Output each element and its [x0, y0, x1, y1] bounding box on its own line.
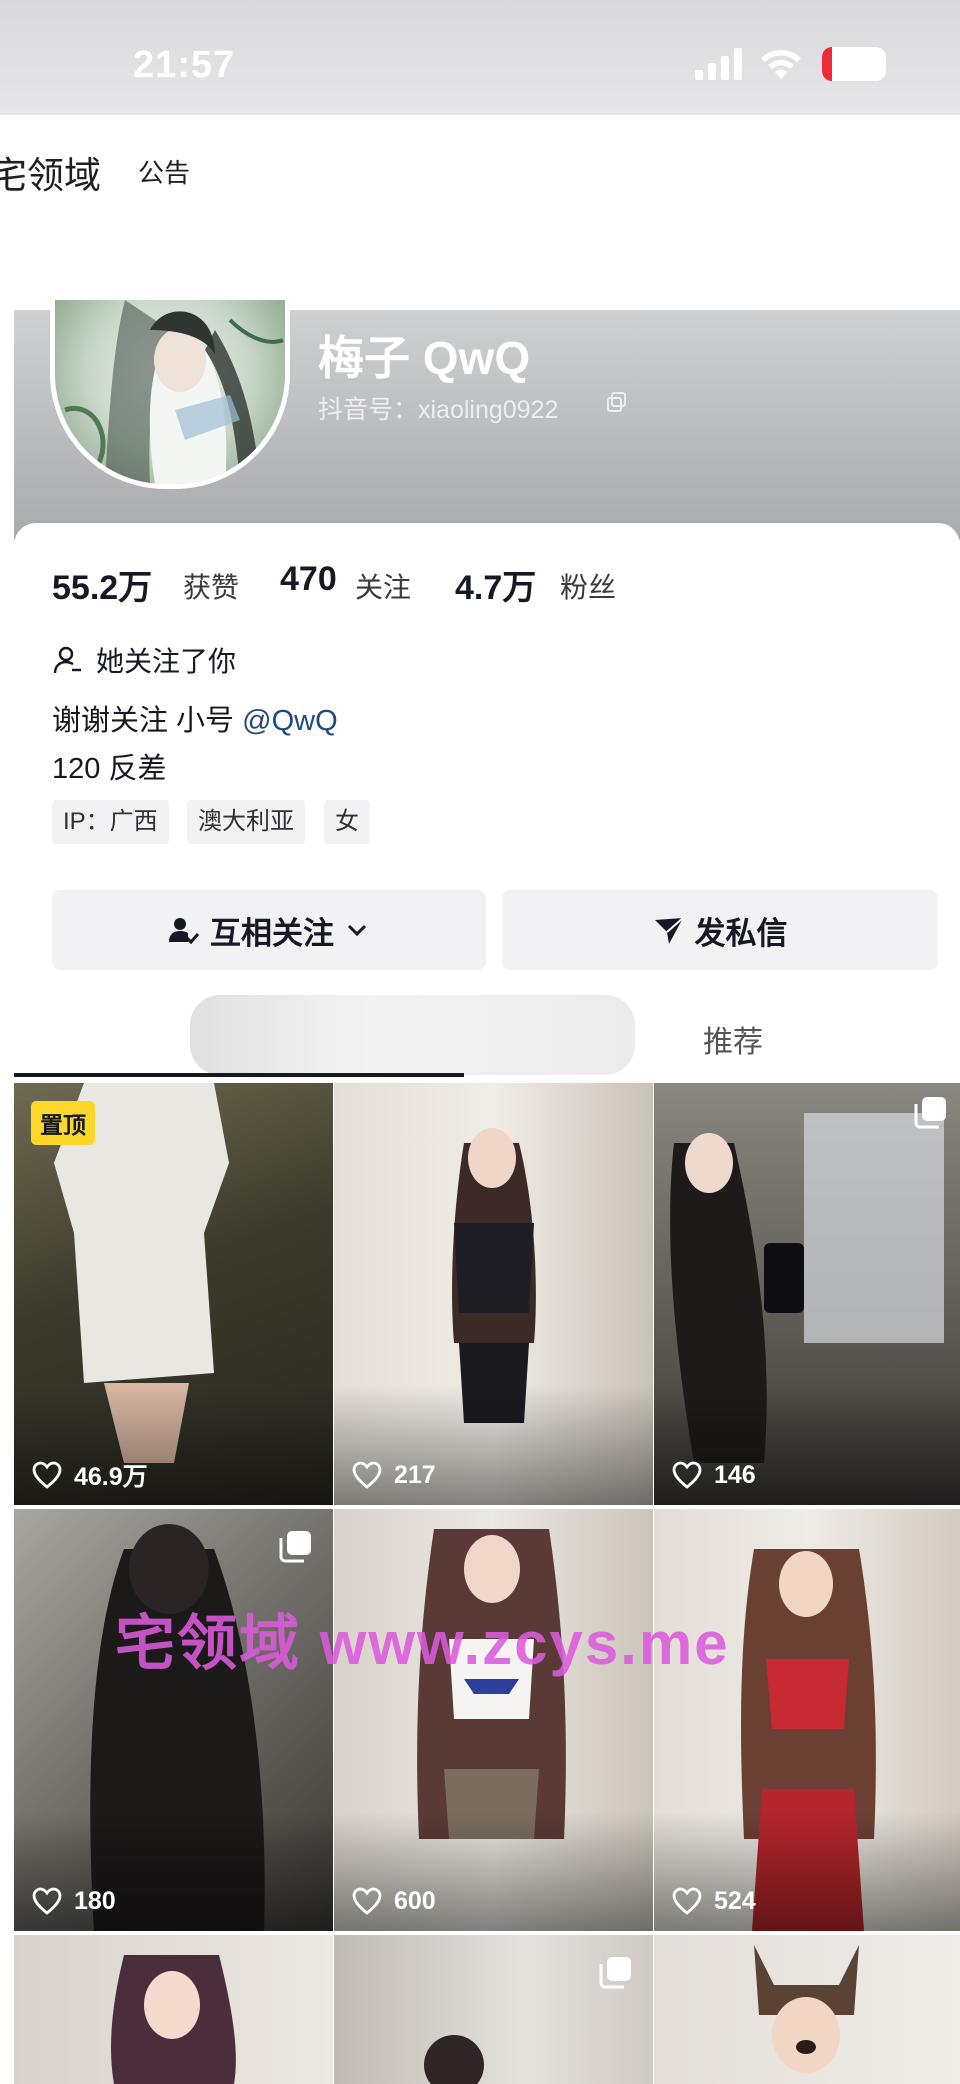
- like-count: 146: [672, 1459, 756, 1491]
- site-name: 宅领域: [0, 155, 101, 196]
- person-check-icon: [169, 918, 200, 945]
- bio-mention-link[interactable]: @QwQ: [242, 705, 338, 737]
- tab-recommend[interactable]: 推荐: [703, 1017, 763, 1061]
- ip-location-tag: IP：广西: [52, 800, 169, 844]
- multi-image-icon: [599, 1957, 631, 1989]
- like-count: 180: [32, 1885, 116, 1917]
- douyin-id: 抖音号：xiaoling0922: [318, 396, 559, 424]
- video-thumbnail[interactable]: [14, 1935, 333, 2084]
- stat-fans-label[interactable]: 粉丝: [560, 566, 616, 606]
- bio-line-1: 谢谢关注 小号 @QwQ: [52, 697, 338, 739]
- like-count-value: 146: [714, 1460, 756, 1489]
- send-icon: [654, 917, 684, 944]
- person-icon: [53, 646, 81, 674]
- stat-likes-label: 获赞: [183, 572, 240, 603]
- stat-following-value[interactable]: 470: [280, 560, 337, 599]
- heart-icon: [672, 1887, 702, 1915]
- video-thumbnail[interactable]: 524: [654, 1509, 960, 1931]
- chevron-down-icon: [347, 924, 367, 937]
- like-count: 46.9万: [32, 1459, 148, 1491]
- video-thumbnail[interactable]: 146: [654, 1083, 960, 1505]
- gender-tag: 女: [324, 800, 370, 844]
- multi-image-icon: [279, 1531, 311, 1563]
- avatar-illustration: [64, 300, 284, 484]
- tab-works[interactable]: [190, 995, 635, 1075]
- stat-likes-value: 55.2万: [52, 569, 153, 607]
- multi-image-icon: [914, 1097, 946, 1129]
- mutual-follow-label: 互相关注: [210, 915, 334, 951]
- watermark: 宅领域 www.zcys.me: [115, 1610, 730, 1677]
- video-thumbnail[interactable]: 置顶 46.9万: [14, 1083, 333, 1505]
- mutual-follow-button[interactable]: 互相关注: [52, 890, 486, 970]
- video-thumbnail[interactable]: 217: [334, 1083, 653, 1505]
- heart-icon: [672, 1461, 702, 1489]
- copy-icon[interactable]: [605, 390, 629, 414]
- top-band: [0, 115, 960, 310]
- send-message-button[interactable]: 发私信: [502, 890, 938, 970]
- video-thumbnail[interactable]: [654, 1935, 960, 2084]
- cellular-signal-icon: [695, 48, 742, 80]
- status-bar: 21:57 15: [0, 0, 960, 115]
- follows-you-text: 她关注了你: [96, 646, 237, 677]
- heart-icon: [32, 1887, 62, 1915]
- like-count: 600: [352, 1885, 436, 1917]
- region-tag: 澳大利亚: [187, 800, 305, 844]
- like-count: 217: [352, 1459, 436, 1491]
- like-count: 524: [672, 1885, 756, 1917]
- like-count-value: 600: [394, 1886, 436, 1915]
- bio-text: 谢谢关注 小号: [52, 705, 243, 737]
- status-time: 21:57: [133, 44, 236, 86]
- video-grid: 置顶 46.9万 217 146 180 600 524: [14, 1083, 960, 2084]
- heart-icon: [352, 1887, 382, 1915]
- battery-percent: 15: [840, 51, 868, 78]
- figure-silhouette: [754, 1945, 859, 2073]
- battery-indicator: 15: [822, 47, 886, 81]
- stat-following-label[interactable]: 关注: [355, 566, 411, 606]
- heart-icon: [352, 1461, 382, 1489]
- profile-name: 梅子 QwQ: [318, 332, 531, 384]
- send-message-label: 发私信: [694, 915, 788, 951]
- video-thumbnail[interactable]: [334, 1935, 653, 2084]
- like-count-value: 524: [714, 1886, 756, 1915]
- figure-silhouette: [111, 1955, 236, 2084]
- video-thumbnail[interactable]: 600: [334, 1509, 653, 1931]
- like-count-value: 217: [394, 1460, 436, 1489]
- active-tab-indicator: [14, 1073, 464, 1077]
- notice-link[interactable]: 公告: [138, 153, 190, 190]
- like-count-value: 180: [74, 1886, 116, 1915]
- video-thumbnail[interactable]: 180: [14, 1509, 333, 1931]
- like-count-value: 46.9万: [74, 1463, 148, 1491]
- pinned-badge: 置顶: [31, 1101, 95, 1145]
- heart-icon: [32, 1461, 62, 1489]
- bio-line-2: 120 反差: [52, 753, 167, 785]
- wifi-icon: [761, 50, 801, 79]
- stat-fans-value[interactable]: 4.7万: [455, 560, 536, 609]
